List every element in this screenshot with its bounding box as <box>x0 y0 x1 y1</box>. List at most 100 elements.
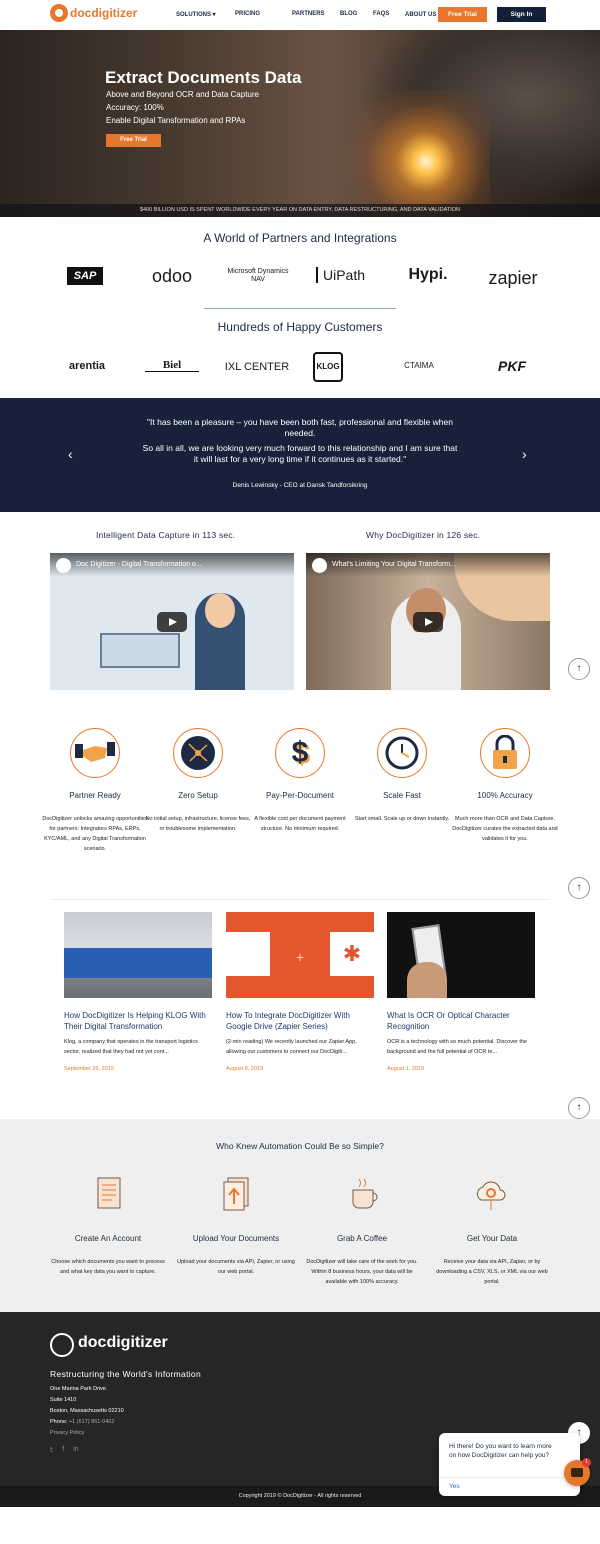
facebook-icon[interactable]: f <box>62 1446 64 1454</box>
linkedin-icon[interactable]: in <box>73 1446 78 1454</box>
step-text: DocDigitizer will take care of the work … <box>306 1259 418 1285</box>
customer-logo-ctaima: CTAIMA <box>404 361 434 370</box>
blog-image-ocr[interactable] <box>387 912 535 998</box>
footer-logo[interactable]: docdigitizer <box>78 1334 168 1352</box>
partner-logo-uipath: UiPath <box>316 267 370 283</box>
step-title: Grab A Coffee <box>336 1234 388 1243</box>
video-title: What's Limiting Your Digital Transform..… <box>332 561 456 568</box>
blog-title[interactable]: How To Integrate DocDigitizer With Googl… <box>226 1010 374 1032</box>
chevron-left-icon[interactable]: ‹ <box>68 446 78 462</box>
logo-icon <box>50 4 68 22</box>
partner-logo-hypi: Hypi. <box>408 266 448 283</box>
plus-icon: + <box>296 949 305 965</box>
blog-image-zapier[interactable]: + ✱ <box>226 912 374 998</box>
step-text: Choose which documents you want to proce… <box>51 1259 165 1275</box>
blog-title[interactable]: What Is OCR Or Optical Character Recogni… <box>387 1010 535 1032</box>
network-icon <box>173 728 223 778</box>
free-trial-button[interactable]: Free Trial <box>438 7 487 22</box>
hero-free-trial-button[interactable]: Free Trial <box>106 134 161 147</box>
step-title: Create An Account <box>74 1234 142 1243</box>
partner-logo-sap: SAP <box>67 267 103 285</box>
scroll-up-icon[interactable]: ↑ <box>568 877 590 899</box>
chevron-right-icon[interactable]: › <box>522 446 532 462</box>
customers-title: Hundreds of Happy Customers <box>217 320 383 334</box>
hero-sparks-image <box>330 90 490 217</box>
blog-date: September 26, 2019 <box>64 1066 114 1072</box>
menu-pricing[interactable]: PRICING <box>235 11 292 18</box>
chat-bubble-icon <box>571 1468 583 1477</box>
menu-partners[interactable]: PARTNERS <box>292 11 340 18</box>
trucks-shape <box>64 948 212 978</box>
video-illustration <box>100 633 180 668</box>
cloud-gear-icon <box>473 1176 506 1212</box>
customer-logo-arentia: arentia <box>68 360 106 372</box>
blog-excerpt: Klog, a company that operates in the tra… <box>64 1039 198 1055</box>
address-line: Boston, Massachusetts 02210 <box>50 1408 124 1414</box>
phone-label: Phone: <box>50 1419 68 1425</box>
partner-logo-microsoft-dynamics: Microsoft Dynamics NAV <box>227 268 289 283</box>
step-title: Get Your Data <box>466 1234 518 1243</box>
document-icon <box>94 1176 126 1212</box>
upload-icon <box>220 1176 252 1212</box>
hero-title: Extract Documents Data <box>105 68 302 87</box>
lock-icon <box>480 728 530 778</box>
video-title: Doc Digitizer - Digital Transformation o… <box>76 561 202 568</box>
blog-date: August 8, 2019 <box>226 1066 264 1072</box>
clock-icon <box>377 728 427 778</box>
feature-text: A flexible cost per document payment str… <box>254 816 346 832</box>
logo[interactable]: docdigitizer <box>50 4 137 22</box>
phone-link[interactable]: +1 (617) 861-0402 <box>69 1419 114 1425</box>
sign-in-button[interactable]: Sign In <box>497 7 546 22</box>
logo-text: docdigitizer <box>70 6 138 20</box>
menu-solutions[interactable]: SOLUTIONS ▾ <box>176 11 235 18</box>
partners-title: A World of Partners and Integrations <box>203 231 397 245</box>
testimonial-quote-1: "It has been a pleasure – you have been … <box>147 417 453 438</box>
partner-logo-odoo: odoo <box>151 266 193 286</box>
blog-title[interactable]: How DocDigitizer Is Helping KLOG With Th… <box>64 1010 212 1032</box>
chat-reply-yes[interactable]: Yes <box>449 1483 460 1490</box>
steps-title: Who Knew Automation Could Be so Simple? <box>216 1141 384 1151</box>
partner-logo-zapier: zapier <box>488 268 538 288</box>
blog-excerpt: (2-min reading) We recently launched our… <box>226 1039 357 1055</box>
footer-tagline: Restructuring the World's Information <box>50 1369 201 1379</box>
zapier-asterisk-icon: ✱ <box>330 932 374 976</box>
video-player[interactable]: Doc Digitizer - Digital Transformation o… <box>50 553 294 690</box>
chat-launcher[interactable]: 1 <box>564 1458 591 1486</box>
testimonial-quote-2: So all in all, we are looking very much … <box>142 443 458 464</box>
feature-text: Start small. Scale up or down instantly. <box>354 816 450 822</box>
testimonial-section: "It has been a pleasure – you have been … <box>0 398 600 512</box>
video-heading: Why DocDigitizer in 126 sec. <box>366 530 481 540</box>
twitter-icon[interactable]: 𝕥 <box>50 1446 53 1454</box>
blog-date: August 1, 2019 <box>387 1066 425 1072</box>
video-heading: Intelligent Data Capture in 113 sec. <box>96 530 236 540</box>
dollar-icon: $ <box>275 728 325 778</box>
channel-icon <box>312 558 327 573</box>
play-icon[interactable] <box>413 612 443 632</box>
handshake-icon <box>70 728 120 778</box>
customer-logo-pkf: PKF <box>498 358 526 374</box>
chat-badge: 1 <box>582 1458 591 1467</box>
main-menu: SOLUTIONS ▾ PRICING PARTNERS BLOG FAQS A… <box>176 11 455 18</box>
customer-logo-ixl-center: IXL CENTER <box>224 361 290 373</box>
chat-popup: Hi there! Do you want to learn more on h… <box>439 1433 580 1496</box>
scroll-up-icon[interactable]: ↑ <box>568 658 590 680</box>
step-text: Receive your data via API, Zapier, or by… <box>436 1259 548 1285</box>
feature-title: Zero Setup <box>178 791 218 800</box>
menu-blog[interactable]: BLOG <box>340 11 373 18</box>
feature-title: 100% Accuracy <box>477 791 533 800</box>
address-line: Suite 1410 <box>50 1397 77 1403</box>
video-player[interactable]: What's Limiting Your Digital Transform..… <box>306 553 550 690</box>
blog-image-trucks[interactable] <box>64 912 212 998</box>
video-character-face <box>205 593 235 628</box>
play-icon[interactable] <box>157 612 187 632</box>
top-nav: docdigitizer SOLUTIONS ▾ PRICING PARTNER… <box>0 0 600 30</box>
privacy-policy-link[interactable]: Privacy Policy <box>50 1430 84 1436</box>
feature-text: Much more than OCR and Data Capture. Doc… <box>452 816 558 842</box>
chat-message: Hi there! Do you want to learn more on h… <box>449 1443 552 1459</box>
hero-line: Above and Beyond OCR and Data Capture <box>106 90 259 99</box>
menu-faqs[interactable]: FAQS <box>373 11 405 18</box>
scroll-up-icon[interactable]: ↑ <box>568 1097 590 1119</box>
hero-line: Accuracy: 100% <box>106 103 164 112</box>
hero-banner: Extract Documents Data Above and Beyond … <box>0 30 600 217</box>
hero-stat-band: $400 BILLION USD IS SPENT WORLDWIDE EVER… <box>0 204 600 217</box>
